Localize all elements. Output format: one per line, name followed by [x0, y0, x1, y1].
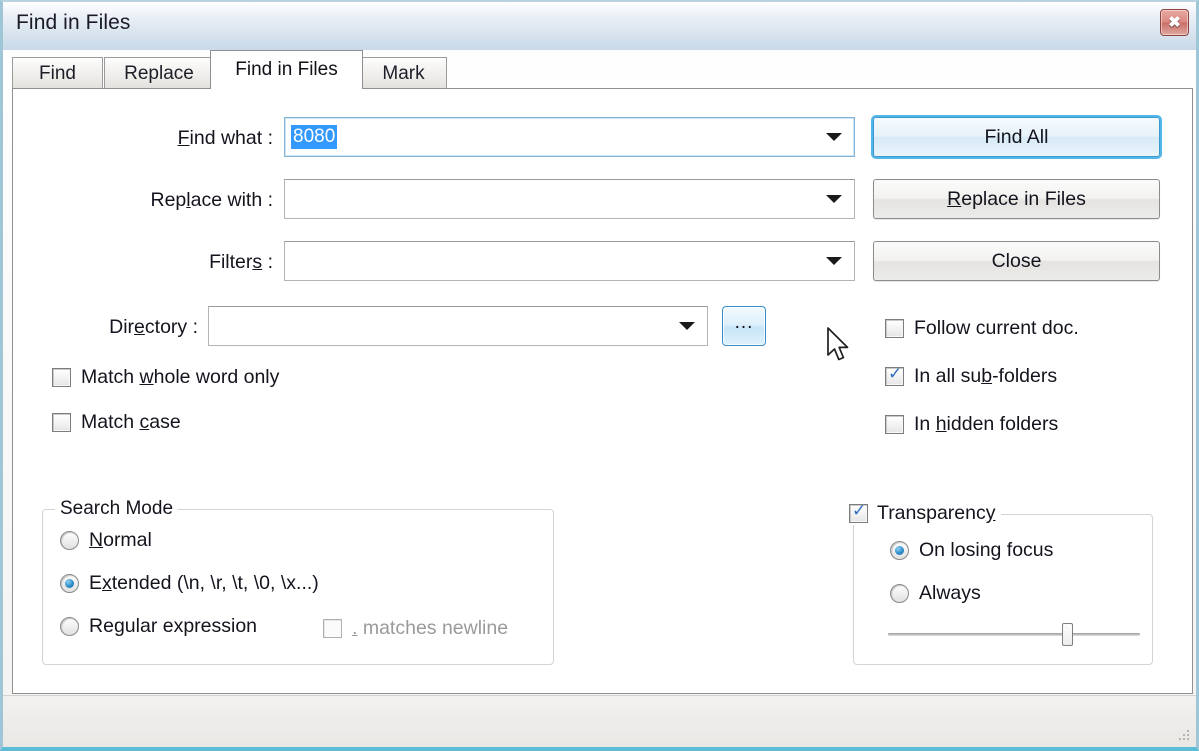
- dialog-body: Find in Files ✖ Find Replace Find in Fil…: [3, 2, 1196, 747]
- filters-combo[interactable]: [284, 241, 855, 281]
- close-dialog-button[interactable]: Close: [873, 241, 1160, 281]
- find-in-files-dialog: Find in Files ✖ Find Replace Find in Fil…: [0, 0, 1199, 751]
- search-mode-extended-label: Extended (\n, \r, \t, \0, \x...): [89, 572, 319, 594]
- in-all-subfolders-label: In all sub-folders: [914, 365, 1058, 387]
- radio-selected-icon: [890, 541, 909, 560]
- replace-with-label: Replace with :: [150, 189, 274, 211]
- follow-current-doc-label: Follow current doc.: [914, 317, 1079, 339]
- tab-mark[interactable]: Mark: [360, 57, 447, 89]
- transparency-on-losing-focus-label: On losing focus: [919, 539, 1054, 561]
- radio-selected-icon: [60, 574, 79, 593]
- transparency-on-losing-focus-radio[interactable]: On losing focus: [890, 539, 1053, 562]
- tab-strip: Find Replace Find in Files Mark: [12, 50, 1193, 89]
- search-mode-regex-label: Regular expression: [89, 615, 258, 637]
- transparency-group: ✓ Transparency On losing focus Always: [846, 502, 1153, 665]
- window-title: Find in Files: [16, 11, 131, 34]
- replace-in-files-label: Replace in Files: [947, 187, 1086, 210]
- find-what-combo[interactable]: 8080: [284, 117, 855, 157]
- transparency-always-label: Always: [919, 582, 981, 604]
- tab-find-in-files[interactable]: Find in Files: [210, 50, 363, 89]
- slider-thumb[interactable]: [1061, 623, 1073, 646]
- checkbox-icon: [885, 319, 904, 338]
- search-mode-group: Search Mode Normal Extended (\n, \r, \t,…: [42, 498, 554, 665]
- transparency-always-radio[interactable]: Always: [890, 582, 981, 605]
- slider-track: [888, 633, 1140, 636]
- replace-in-files-button[interactable]: Replace in Files: [873, 179, 1160, 219]
- close-button[interactable]: ✖: [1160, 9, 1189, 36]
- status-bar: [3, 695, 1196, 747]
- radio-icon: [890, 584, 909, 603]
- checkbox-icon: [885, 415, 904, 434]
- checkbox-checked-icon: ✓: [849, 502, 868, 523]
- checkbox-checked-icon: ✓: [885, 365, 904, 386]
- tab-find[interactable]: Find: [12, 57, 103, 89]
- search-mode-regex-radio[interactable]: Regular expression: [60, 615, 257, 638]
- match-whole-word-checkbox[interactable]: Match whole word only: [52, 366, 279, 389]
- chevron-down-icon[interactable]: [826, 257, 842, 265]
- checkbox-icon: [52, 368, 71, 387]
- close-icon: ✖: [1168, 14, 1181, 31]
- resize-grip[interactable]: [1177, 728, 1191, 742]
- match-case-checkbox[interactable]: Match case: [52, 411, 181, 434]
- replace-with-combo[interactable]: [284, 179, 855, 219]
- search-mode-title: Search Mode: [55, 498, 179, 520]
- search-mode-normal-label: Normal: [89, 529, 152, 551]
- tab-replace[interactable]: Replace: [104, 57, 214, 89]
- follow-current-doc-checkbox[interactable]: Follow current doc.: [885, 317, 1079, 340]
- chevron-down-icon[interactable]: [826, 133, 842, 141]
- checkbox-icon: [52, 413, 71, 432]
- ellipsis-icon: ...: [734, 312, 754, 334]
- find-all-button[interactable]: Find All: [873, 117, 1160, 157]
- match-whole-word-label: Match whole word only: [81, 366, 280, 388]
- directory-combo[interactable]: [208, 306, 708, 346]
- radio-icon: [60, 617, 79, 636]
- in-hidden-folders-checkbox[interactable]: In hidden folders: [885, 413, 1058, 436]
- find-what-input[interactable]: 8080: [291, 125, 338, 149]
- directory-label: Directory :: [109, 316, 198, 338]
- search-mode-normal-radio[interactable]: Normal: [60, 529, 152, 552]
- filters-label: Filters :: [209, 251, 273, 273]
- tab-content-panel: Find what : 8080 Replace with : Filters …: [12, 88, 1193, 694]
- chevron-down-icon[interactable]: [679, 322, 695, 330]
- in-all-subfolders-checkbox[interactable]: ✓ In all sub-folders: [885, 365, 1057, 388]
- transparency-title: Transparency: [877, 502, 996, 524]
- transparency-slider[interactable]: [888, 623, 1140, 646]
- chevron-down-icon[interactable]: [826, 195, 842, 203]
- search-mode-extended-radio[interactable]: Extended (\n, \r, \t, \0, \x...): [60, 572, 319, 595]
- transparency-checkbox[interactable]: ✓ Transparency: [846, 502, 1001, 525]
- dot-matches-newline-label: . matches newline: [352, 617, 509, 639]
- dot-matches-newline-checkbox[interactable]: . matches newline: [323, 617, 508, 640]
- title-bar[interactable]: Find in Files ✖: [3, 2, 1196, 50]
- browse-directory-button[interactable]: ...: [722, 306, 766, 346]
- match-case-label: Match case: [81, 411, 181, 433]
- checkbox-icon: [323, 619, 342, 638]
- in-hidden-folders-label: In hidden folders: [914, 413, 1059, 435]
- radio-icon: [60, 531, 79, 550]
- find-what-label: Find what :: [177, 127, 273, 149]
